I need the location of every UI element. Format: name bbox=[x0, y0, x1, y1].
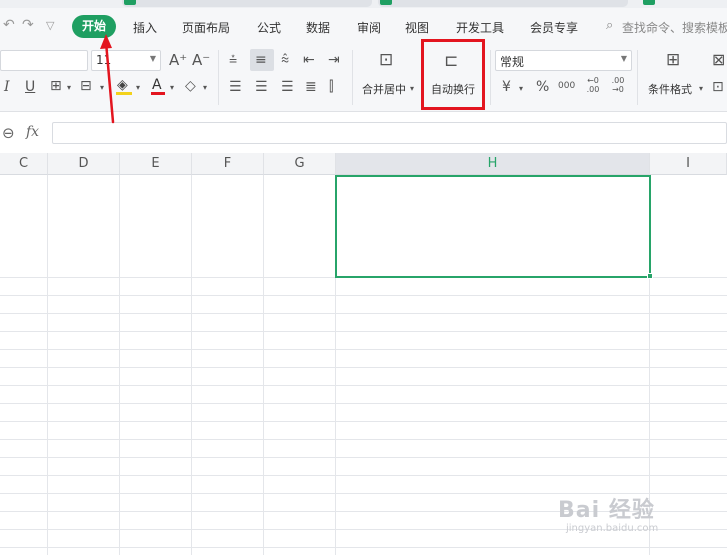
annotation-arrow bbox=[100, 34, 115, 124]
baidu-watermark: Bai 经验 bbox=[558, 498, 655, 523]
baidu-watermark-url: jingyan.baidu.com bbox=[566, 523, 659, 534]
